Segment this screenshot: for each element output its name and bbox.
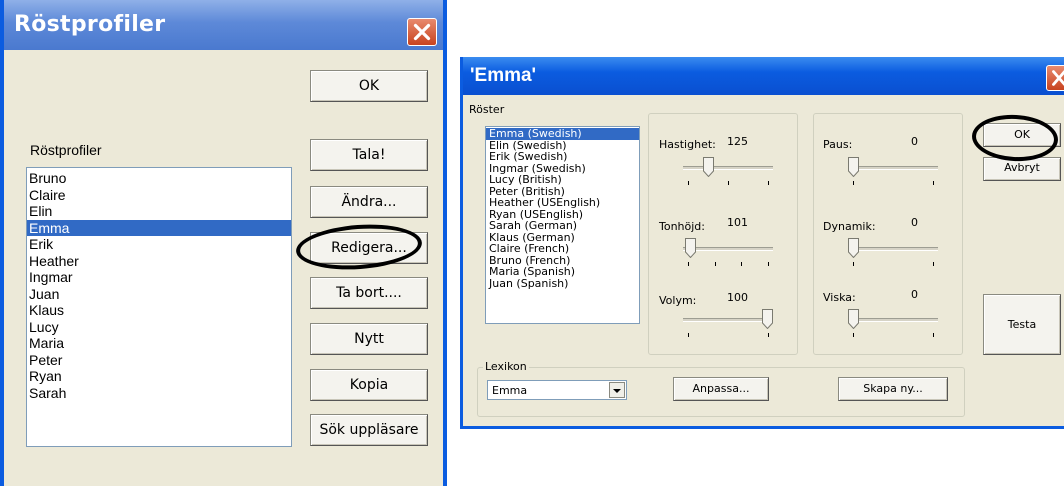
slider-tick — [728, 181, 729, 185]
profile-list-item[interactable]: Sarah — [27, 385, 291, 402]
lexicon-select[interactable]: Emma — [487, 380, 627, 400]
slider-track[interactable] — [683, 318, 773, 322]
profile-list-item[interactable]: Claire — [27, 187, 291, 204]
slider-track[interactable] — [848, 318, 938, 322]
slider-thumb[interactable] — [848, 309, 859, 330]
pause-label: Paus: — [823, 138, 853, 151]
slider-tick — [741, 262, 743, 266]
whisper-label: Viska: — [823, 291, 856, 304]
profile-list-item[interactable]: Elin — [27, 203, 291, 220]
profiles-ok-button[interactable]: OK — [310, 70, 428, 102]
slider-tick — [933, 181, 934, 185]
voice-profiles-window: Röstprofiler Röstprofiler Bruno Claire Eli… — [0, 0, 447, 486]
voices-list[interactable]: Emma (Swedish) Elin (Swedish) Erik (Swedis… — [485, 126, 640, 324]
slider-thumb[interactable] — [848, 238, 859, 259]
pitch-slider[interactable] — [683, 238, 773, 268]
lexicon-select-value: Emma — [492, 384, 528, 397]
voice-window-title: 'Emma' — [463, 57, 1064, 95]
slider-tick — [688, 333, 689, 337]
volume-slider[interactable] — [683, 309, 773, 339]
profile-list-item[interactable]: Emma — [27, 219, 291, 236]
dynamics-value: 0 — [911, 216, 918, 229]
lexicon-label: Lexikon — [483, 360, 529, 373]
change-button[interactable]: Ändra... — [310, 186, 428, 218]
test-button[interactable]: Testa — [983, 294, 1061, 355]
slider-tick — [933, 262, 934, 266]
cancel-button[interactable]: Avbryt — [983, 157, 1061, 181]
profile-list-item[interactable]: Juan — [27, 286, 291, 303]
adapt-button[interactable]: Anpassa... — [673, 377, 769, 401]
close-icon — [413, 23, 431, 41]
dynamics-label: Dynamik: — [823, 220, 876, 233]
slider-tick — [853, 181, 854, 185]
slider-tick — [853, 262, 854, 266]
slider-tick — [768, 181, 769, 185]
profiles-list-label: Röstprofiler — [30, 142, 102, 158]
volume-value: 100 — [727, 291, 748, 304]
slider-thumb[interactable] — [684, 238, 696, 259]
profile-list-item[interactable]: Ryan — [27, 368, 291, 385]
profiles-window-title: Röstprofiler — [4, 0, 443, 50]
voice-ok-button[interactable]: OK — [983, 123, 1061, 147]
slider-track[interactable] — [683, 247, 773, 251]
profile-list-item[interactable]: Bruno — [27, 170, 291, 187]
profile-list-item[interactable]: Klaus — [27, 302, 291, 319]
pause-slider[interactable] — [848, 157, 938, 187]
profiles-close-button[interactable] — [407, 18, 437, 46]
copy-button[interactable]: Kopia — [310, 369, 428, 401]
speak-button[interactable]: Tala! — [310, 139, 428, 171]
slider-thumb[interactable] — [702, 157, 714, 178]
chevron-down-icon[interactable] — [609, 382, 625, 398]
profile-list-item[interactable]: Lucy — [27, 319, 291, 336]
whisper-slider[interactable] — [848, 309, 938, 339]
voice-list-item[interactable]: Heather (USEnglish) — [486, 197, 639, 209]
delete-button[interactable]: Ta bort.... — [310, 277, 428, 309]
profile-list-item[interactable]: Peter — [27, 352, 291, 369]
voice-list-item[interactable]: Sarah (German) — [486, 220, 639, 232]
slider-tick — [933, 333, 934, 337]
profile-list-item[interactable]: Maria — [27, 335, 291, 352]
slider-tick — [853, 333, 854, 337]
dynamics-slider[interactable] — [848, 238, 938, 268]
slider-thumb[interactable] — [848, 157, 859, 178]
speed-slider[interactable] — [683, 157, 773, 187]
pitch-value: 101 — [727, 216, 748, 229]
profile-list-item[interactable]: Heather — [27, 253, 291, 270]
slider-track[interactable] — [683, 166, 773, 170]
create-new-button[interactable]: Skapa ny... — [838, 377, 948, 401]
slider-track[interactable] — [848, 166, 938, 170]
slider-tick — [714, 262, 716, 266]
voice-list-item[interactable]: Lucy (British) — [486, 174, 639, 186]
whisper-value: 0 — [911, 288, 918, 301]
voice-list-item[interactable]: Emma (Swedish) — [486, 128, 639, 140]
profiles-list[interactable]: Bruno Claire Elin Emma Erik Heather Ingmar Juan… — [26, 167, 292, 447]
profile-list-item[interactable]: Ingmar — [27, 269, 291, 286]
slider-tick — [768, 333, 769, 337]
new-button[interactable]: Nytt — [310, 323, 428, 355]
voice-list-item[interactable]: Maria (Spanish) — [486, 266, 639, 278]
speed-value: 125 — [727, 135, 748, 148]
volume-label: Volym: — [659, 294, 697, 307]
slider-thumb[interactable] — [762, 309, 773, 330]
voice-list-item[interactable]: Erik (Swedish) — [486, 151, 639, 163]
voices-label: Röster — [469, 103, 505, 116]
voice-settings-window: 'Emma' Röster Emma (Swedish) Elin (Swedis… — [460, 57, 1064, 429]
speed-label: Hastighet: — [659, 138, 716, 151]
profile-list-item[interactable]: Erik — [27, 236, 291, 253]
voice-list-item[interactable]: Juan (Spanish) — [486, 277, 639, 290]
voice-close-button[interactable] — [1046, 65, 1064, 91]
pause-value: 0 — [911, 135, 918, 148]
voice-list-item[interactable]: Claire (French) — [486, 243, 639, 255]
edit-button[interactable]: Redigera... — [310, 232, 428, 264]
pitch-label: Tonhöjd: — [659, 220, 705, 233]
slider-tick — [768, 262, 769, 266]
slider-tick — [688, 181, 689, 185]
search-reader-button[interactable]: Sök uppläsare — [310, 414, 428, 446]
close-icon — [1052, 70, 1064, 86]
slider-tick — [688, 262, 689, 266]
slider-track[interactable] — [848, 247, 938, 251]
